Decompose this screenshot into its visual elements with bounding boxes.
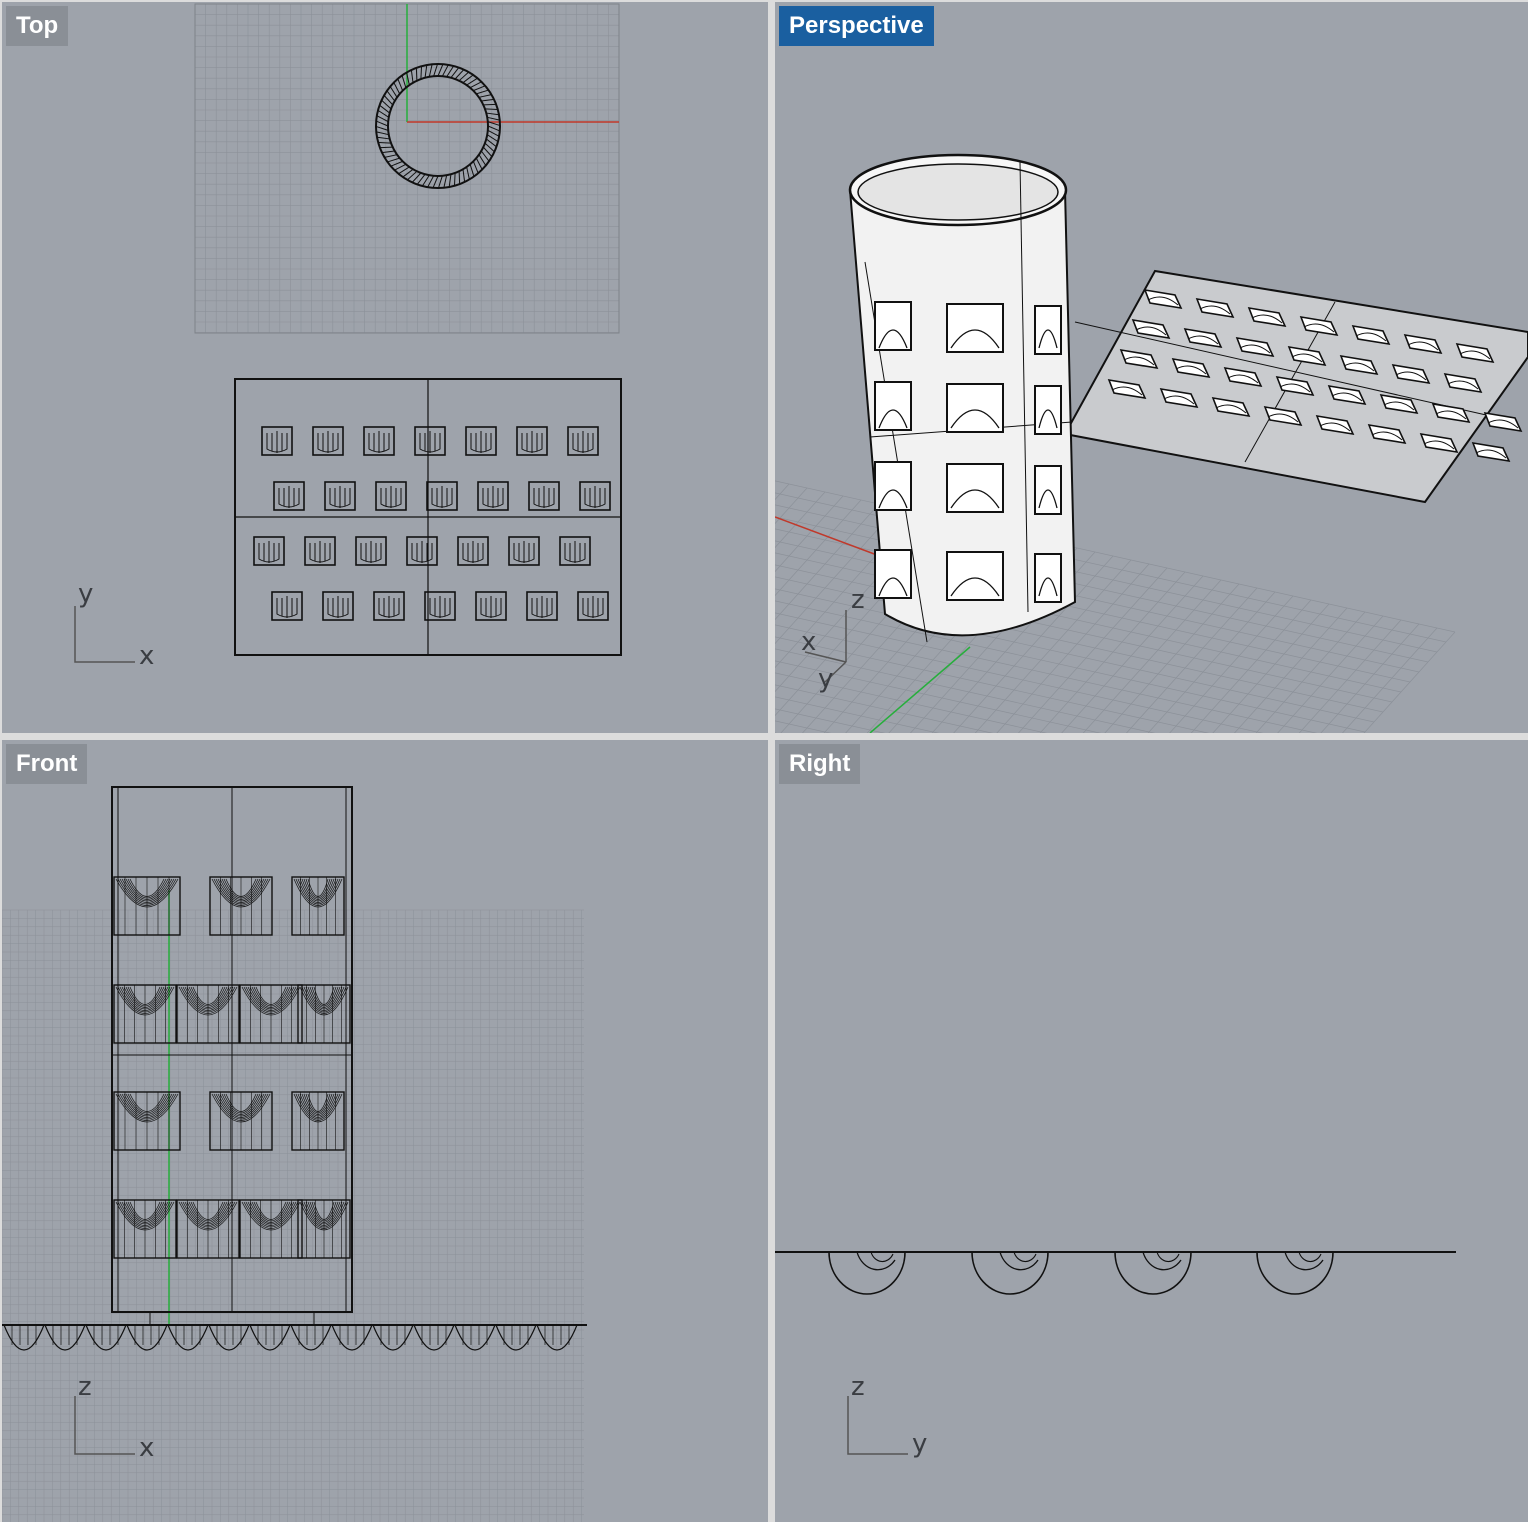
perspective-axis-indicator: z x y [801, 585, 865, 694]
flat-panel-front-view[interactable] [2, 1324, 587, 1351]
top-axis-indicator: y x [74, 579, 154, 671]
svg-text:z: z [78, 1372, 92, 1402]
top-viewport-canvas[interactable]: y x [2, 2, 768, 733]
front-viewport-title[interactable]: Front [6, 744, 88, 784]
svg-text:y: y [818, 664, 833, 694]
perspective-viewport[interactable]: z x y Perspective [775, 2, 1528, 733]
right-viewport[interactable]: z y Right [775, 740, 1528, 1522]
svg-text:z: z [851, 1372, 865, 1402]
perspective-viewport-canvas[interactable]: z x y [775, 2, 1528, 733]
top-viewport[interactable]: y x Top [2, 2, 768, 733]
cylinder-front-view[interactable] [111, 786, 353, 1325]
svg-text:x: x [801, 627, 816, 657]
front-viewport[interactable]: z x Front [2, 740, 768, 1522]
svg-text:y: y [912, 1429, 927, 1459]
perforated-cylinder-perspective[interactable] [848, 153, 1077, 643]
perspective-y-axis-line [869, 646, 971, 733]
flat-panel-right-view[interactable] [775, 1251, 1456, 1295]
front-viewport-canvas[interactable]: z x [2, 740, 768, 1522]
svg-text:z: z [851, 585, 865, 615]
svg-text:y: y [78, 579, 93, 609]
top-viewport-title[interactable]: Top [6, 6, 69, 46]
front-construction-grid [2, 909, 584, 1522]
svg-text:x: x [139, 641, 154, 671]
rhino-viewport-layout: y x Top z x y Perspective z x Front z y … [0, 0, 1528, 1522]
perspective-viewport-title[interactable]: Perspective [779, 6, 934, 46]
front-axis-indicator: z x [74, 1372, 154, 1463]
svg-text:x: x [139, 1433, 154, 1463]
right-axis-indicator: z y [847, 1372, 927, 1459]
right-viewport-canvas[interactable]: z y [775, 740, 1528, 1522]
flat-panel-perspective[interactable] [1063, 269, 1528, 504]
right-viewport-title[interactable]: Right [779, 744, 861, 784]
flat-panel-top-view[interactable] [234, 378, 622, 656]
